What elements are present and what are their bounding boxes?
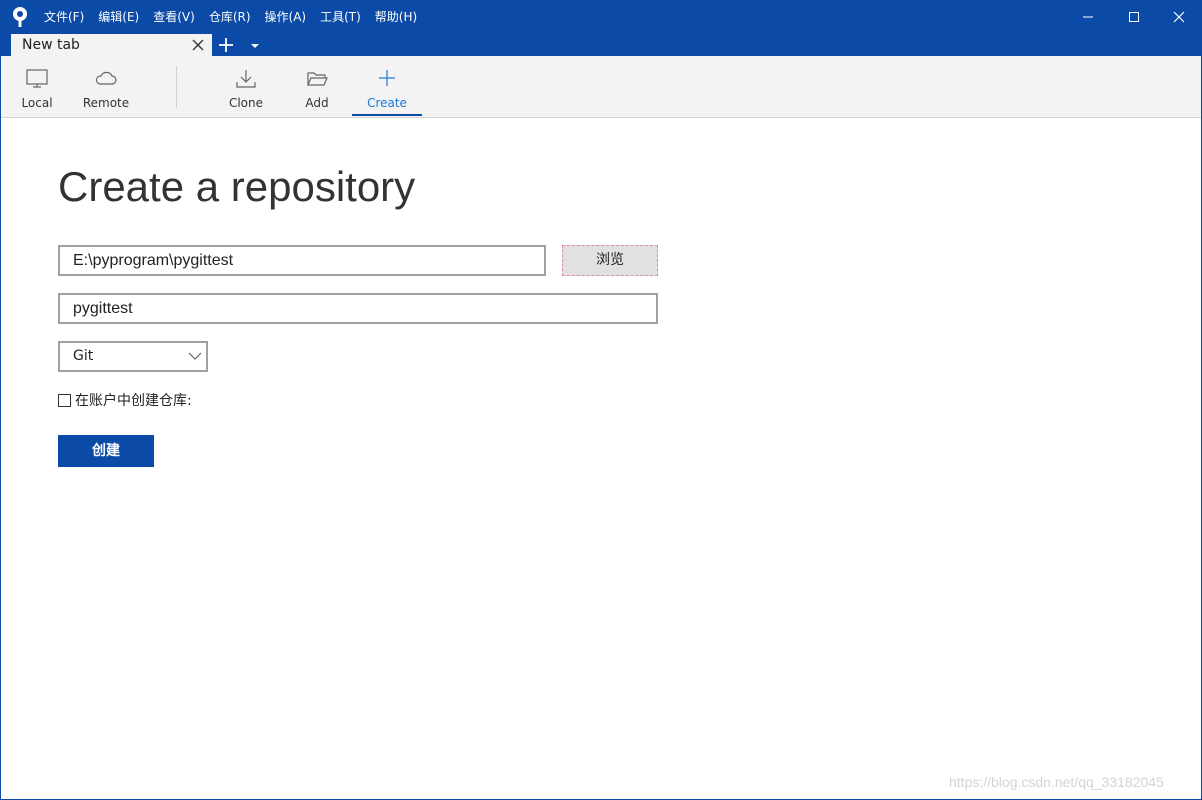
checkbox-box[interactable] [58,393,71,407]
tab-dropdown-icon[interactable] [250,42,260,50]
vcs-type-select[interactable]: Git [58,341,208,372]
chevron-down-icon [188,352,202,360]
cloud-icon [95,71,117,85]
tab-label: New tab [22,37,80,53]
close-window-button[interactable] [1156,1,1201,32]
toolbar: Local Remote Clone Add Create [1,56,1201,118]
maximize-icon [1129,11,1139,22]
toolbar-clone-label: Clone [228,96,264,110]
browse-button[interactable]: 浏览 [562,245,658,276]
app-window: 文件(F) 编辑(E) 查看(V) 仓库(R) 操作(A) 工具(T) 帮助(H… [0,0,1202,800]
toolbar-local-button[interactable]: Local [11,56,63,117]
toolbar-add-label: Add [305,96,329,110]
close-icon [1173,11,1185,22]
tab-close-icon[interactable] [192,39,204,51]
active-tab-indicator [352,114,422,116]
toolbar-add-button[interactable]: Add [291,56,343,117]
menu-bar: 文件(F) 编辑(E) 查看(V) 仓库(R) 操作(A) 工具(T) 帮助(H… [37,7,424,27]
menu-actions[interactable]: 操作(A) [258,7,314,27]
toolbar-create-label: Create [367,96,407,110]
tab-new-tab[interactable]: New tab [11,34,212,56]
menu-help[interactable]: 帮助(H) [368,7,424,27]
toolbar-remote-label: Remote [82,96,130,110]
toolbar-local-label: Local [21,96,53,110]
toolbar-divider [176,66,177,108]
minimize-icon [1083,16,1093,17]
maximize-button[interactable] [1111,1,1157,32]
page-title: Create a repository [58,163,416,210]
create-in-account-checkbox[interactable]: 在账户中创建仓库: [58,391,192,409]
repository-name-input[interactable]: pygittest [58,293,658,324]
vcs-selected-value: Git [73,348,94,364]
destination-path-input[interactable]: E:\pyprogram\pygittest [58,245,546,276]
sourcetree-logo-icon[interactable] [10,6,30,28]
checkbox-label: 在账户中创建仓库: [75,393,192,409]
folder-open-icon [307,72,328,86]
menu-repository[interactable]: 仓库(R) [202,7,258,27]
minimize-button[interactable] [1065,1,1111,32]
new-tab-plus-icon[interactable] [217,37,235,53]
watermark: https://blog.csdn.net/qq_33182045 [949,774,1164,790]
menu-view[interactable]: 查看(V) [146,7,202,27]
menu-file[interactable]: 文件(F) [37,7,91,27]
menu-edit[interactable]: 编辑(E) [91,7,146,27]
toolbar-remote-button[interactable]: Remote [77,56,135,117]
toolbar-create-button[interactable]: Create [352,56,422,117]
plus-icon [379,70,395,86]
monitor-icon [26,69,48,88]
menu-tools[interactable]: 工具(T) [313,7,368,27]
create-button[interactable]: 创建 [58,435,154,467]
title-bar: 文件(F) 编辑(E) 查看(V) 仓库(R) 操作(A) 工具(T) 帮助(H… [1,1,1201,56]
download-icon [236,70,256,88]
toolbar-clone-button[interactable]: Clone [219,56,273,117]
